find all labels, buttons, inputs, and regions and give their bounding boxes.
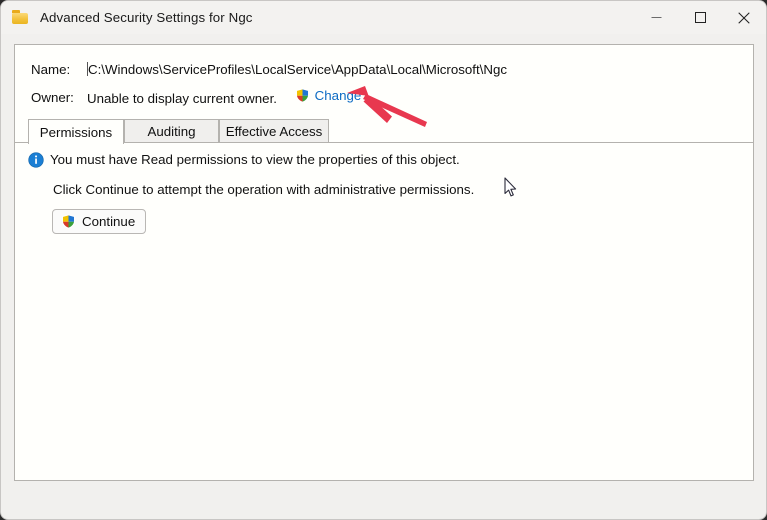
dialog-footer: OK Cancel Apply xyxy=(1,479,766,519)
content-panel: Name: C:\Windows\ServiceProfiles\LocalSe… xyxy=(14,44,754,481)
minimize-icon[interactable] xyxy=(634,1,678,34)
tab-auditing[interactable]: Auditing xyxy=(124,119,219,143)
tab-permissions-label: Permissions xyxy=(39,124,113,140)
close-icon[interactable] xyxy=(722,1,766,34)
change-owner-label: Change xyxy=(314,88,362,103)
name-label: Name: xyxy=(31,61,71,77)
title-bar: Advanced Security Settings for Ngc xyxy=(1,1,766,34)
message-line-2: Click Continue to attempt the operation … xyxy=(53,182,475,197)
tab-auditing-label: Auditing xyxy=(147,124,196,139)
continue-button-label: Continue xyxy=(82,214,136,229)
uac-shield-icon xyxy=(295,88,310,103)
continue-button[interactable]: Continue xyxy=(52,209,147,234)
maximize-icon[interactable] xyxy=(678,1,722,34)
tab-active-underlap xyxy=(29,142,123,143)
info-icon xyxy=(28,152,44,168)
owner-value: Unable to display current owner. xyxy=(87,91,277,106)
tab-strip: Permissions Auditing Effective Access xyxy=(15,119,753,144)
tab-effective-access[interactable]: Effective Access xyxy=(219,119,329,143)
message-line-1: You must have Read permissions to view t… xyxy=(50,152,460,167)
tab-effective-access-label: Effective Access xyxy=(225,124,323,139)
owner-row: Owner: Unable to display current owner. xyxy=(15,87,753,107)
name-value-wrap: C:\Windows\ServiceProfiles\LocalService\… xyxy=(87,61,508,77)
name-value: C:\Windows\ServiceProfiles\LocalService\… xyxy=(88,61,508,77)
name-row: Name: C:\Windows\ServiceProfiles\LocalSe… xyxy=(15,59,753,79)
tab-strip-divider xyxy=(15,142,753,143)
uac-shield-icon xyxy=(61,214,76,229)
tab-permissions[interactable]: Permissions xyxy=(28,119,124,144)
advanced-security-settings-window: Advanced Security Settings for Ngc Name:… xyxy=(0,0,767,520)
change-owner-link[interactable]: Change xyxy=(295,88,362,103)
window-controls xyxy=(634,1,766,34)
owner-value-wrap: Unable to display current owner. Change xyxy=(87,88,361,106)
owner-label: Owner: xyxy=(31,89,74,105)
message-line-1-row: You must have Read permissions to view t… xyxy=(28,151,460,169)
window-title: Advanced Security Settings for Ngc xyxy=(40,10,253,25)
folder-icon xyxy=(12,10,29,25)
